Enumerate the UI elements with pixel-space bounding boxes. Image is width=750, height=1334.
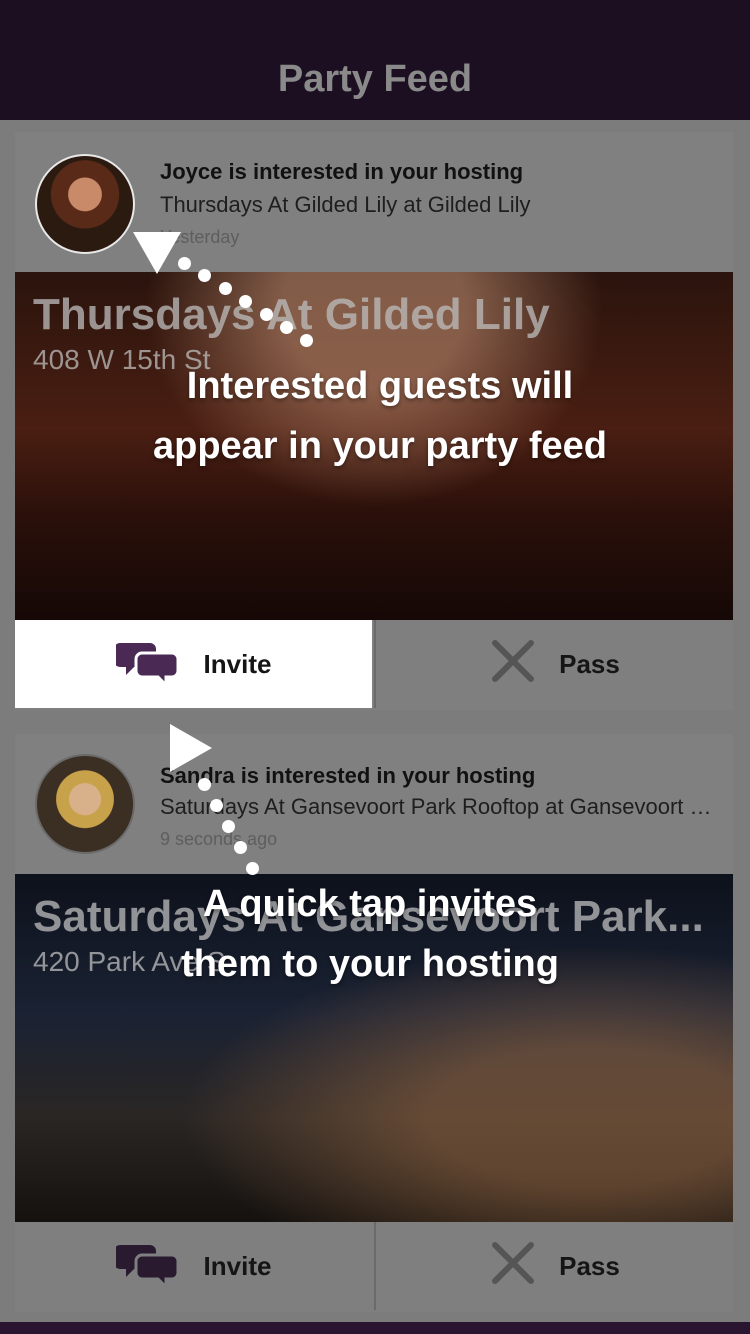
path-dot bbox=[260, 308, 273, 321]
pass-button[interactable]: Pass bbox=[376, 620, 733, 708]
pass-button[interactable]: Pass bbox=[376, 1222, 733, 1310]
card-subline: Thursdays At Gilded Lily at Gilded Lily bbox=[160, 192, 531, 217]
path-dot bbox=[222, 820, 235, 833]
x-icon bbox=[489, 1239, 537, 1294]
tutorial-line: them to your hosting bbox=[181, 943, 559, 985]
path-dot bbox=[210, 799, 223, 812]
pass-label: Pass bbox=[559, 1250, 620, 1281]
x-icon bbox=[489, 637, 537, 692]
path-dot bbox=[198, 778, 211, 791]
speech-bubbles-icon bbox=[113, 639, 182, 690]
page-title: Party Feed bbox=[277, 58, 473, 100]
venue-title: Thursdays At Gilded Lily bbox=[33, 290, 550, 339]
tutorial-line: A quick tap invites bbox=[202, 883, 538, 925]
path-dot bbox=[280, 321, 293, 334]
app-header: Party Feed bbox=[0, 0, 750, 120]
path-dot bbox=[198, 269, 211, 282]
invite-label: Invite bbox=[203, 1250, 272, 1281]
invite-button[interactable]: Invite bbox=[15, 1222, 372, 1310]
card-header[interactable]: Sandra is interested in your hosting Sat… bbox=[15, 734, 733, 876]
feed-card: Sandra is interested in your hosting Sat… bbox=[15, 734, 733, 1312]
path-dot bbox=[234, 841, 247, 854]
card-headline: Joyce is interested in your hosting bbox=[160, 159, 524, 184]
party-feed[interactable]: Joyce is interested in your hosting Thur… bbox=[0, 120, 750, 1334]
tutorial-line: appear in your party feed bbox=[152, 425, 607, 467]
invite-button[interactable]: Invite bbox=[15, 620, 372, 708]
path-dot bbox=[239, 295, 252, 308]
avatar[interactable] bbox=[35, 754, 135, 854]
pointer-arrow-icon bbox=[170, 724, 212, 772]
pass-label: Pass bbox=[559, 648, 620, 679]
tutorial-text-feed: Interested guests will appear in your pa… bbox=[100, 356, 660, 476]
tutorial-line: Interested guests will bbox=[186, 365, 574, 407]
pointer-arrow-icon bbox=[133, 232, 181, 274]
card-actions: Invite Pass bbox=[15, 620, 733, 710]
path-dot bbox=[178, 257, 191, 270]
path-dot bbox=[300, 334, 313, 347]
card-actions: Invite Pass bbox=[15, 1222, 733, 1312]
bottom-bar bbox=[0, 1322, 750, 1334]
card-headline: Sandra is interested in your hosting bbox=[160, 763, 536, 788]
path-dot bbox=[219, 282, 232, 295]
card-timestamp: 9 seconds ago bbox=[160, 829, 278, 849]
card-header[interactable]: Joyce is interested in your hosting Thur… bbox=[15, 132, 733, 274]
avatar[interactable] bbox=[35, 154, 135, 254]
card-subline: Saturdays At Gansevoort Park Rooftop at … bbox=[160, 794, 720, 819]
invite-label: Invite bbox=[203, 648, 272, 679]
tutorial-text-invite: A quick tap invites them to your hosting bbox=[120, 874, 620, 994]
speech-bubbles-icon bbox=[113, 1241, 182, 1292]
